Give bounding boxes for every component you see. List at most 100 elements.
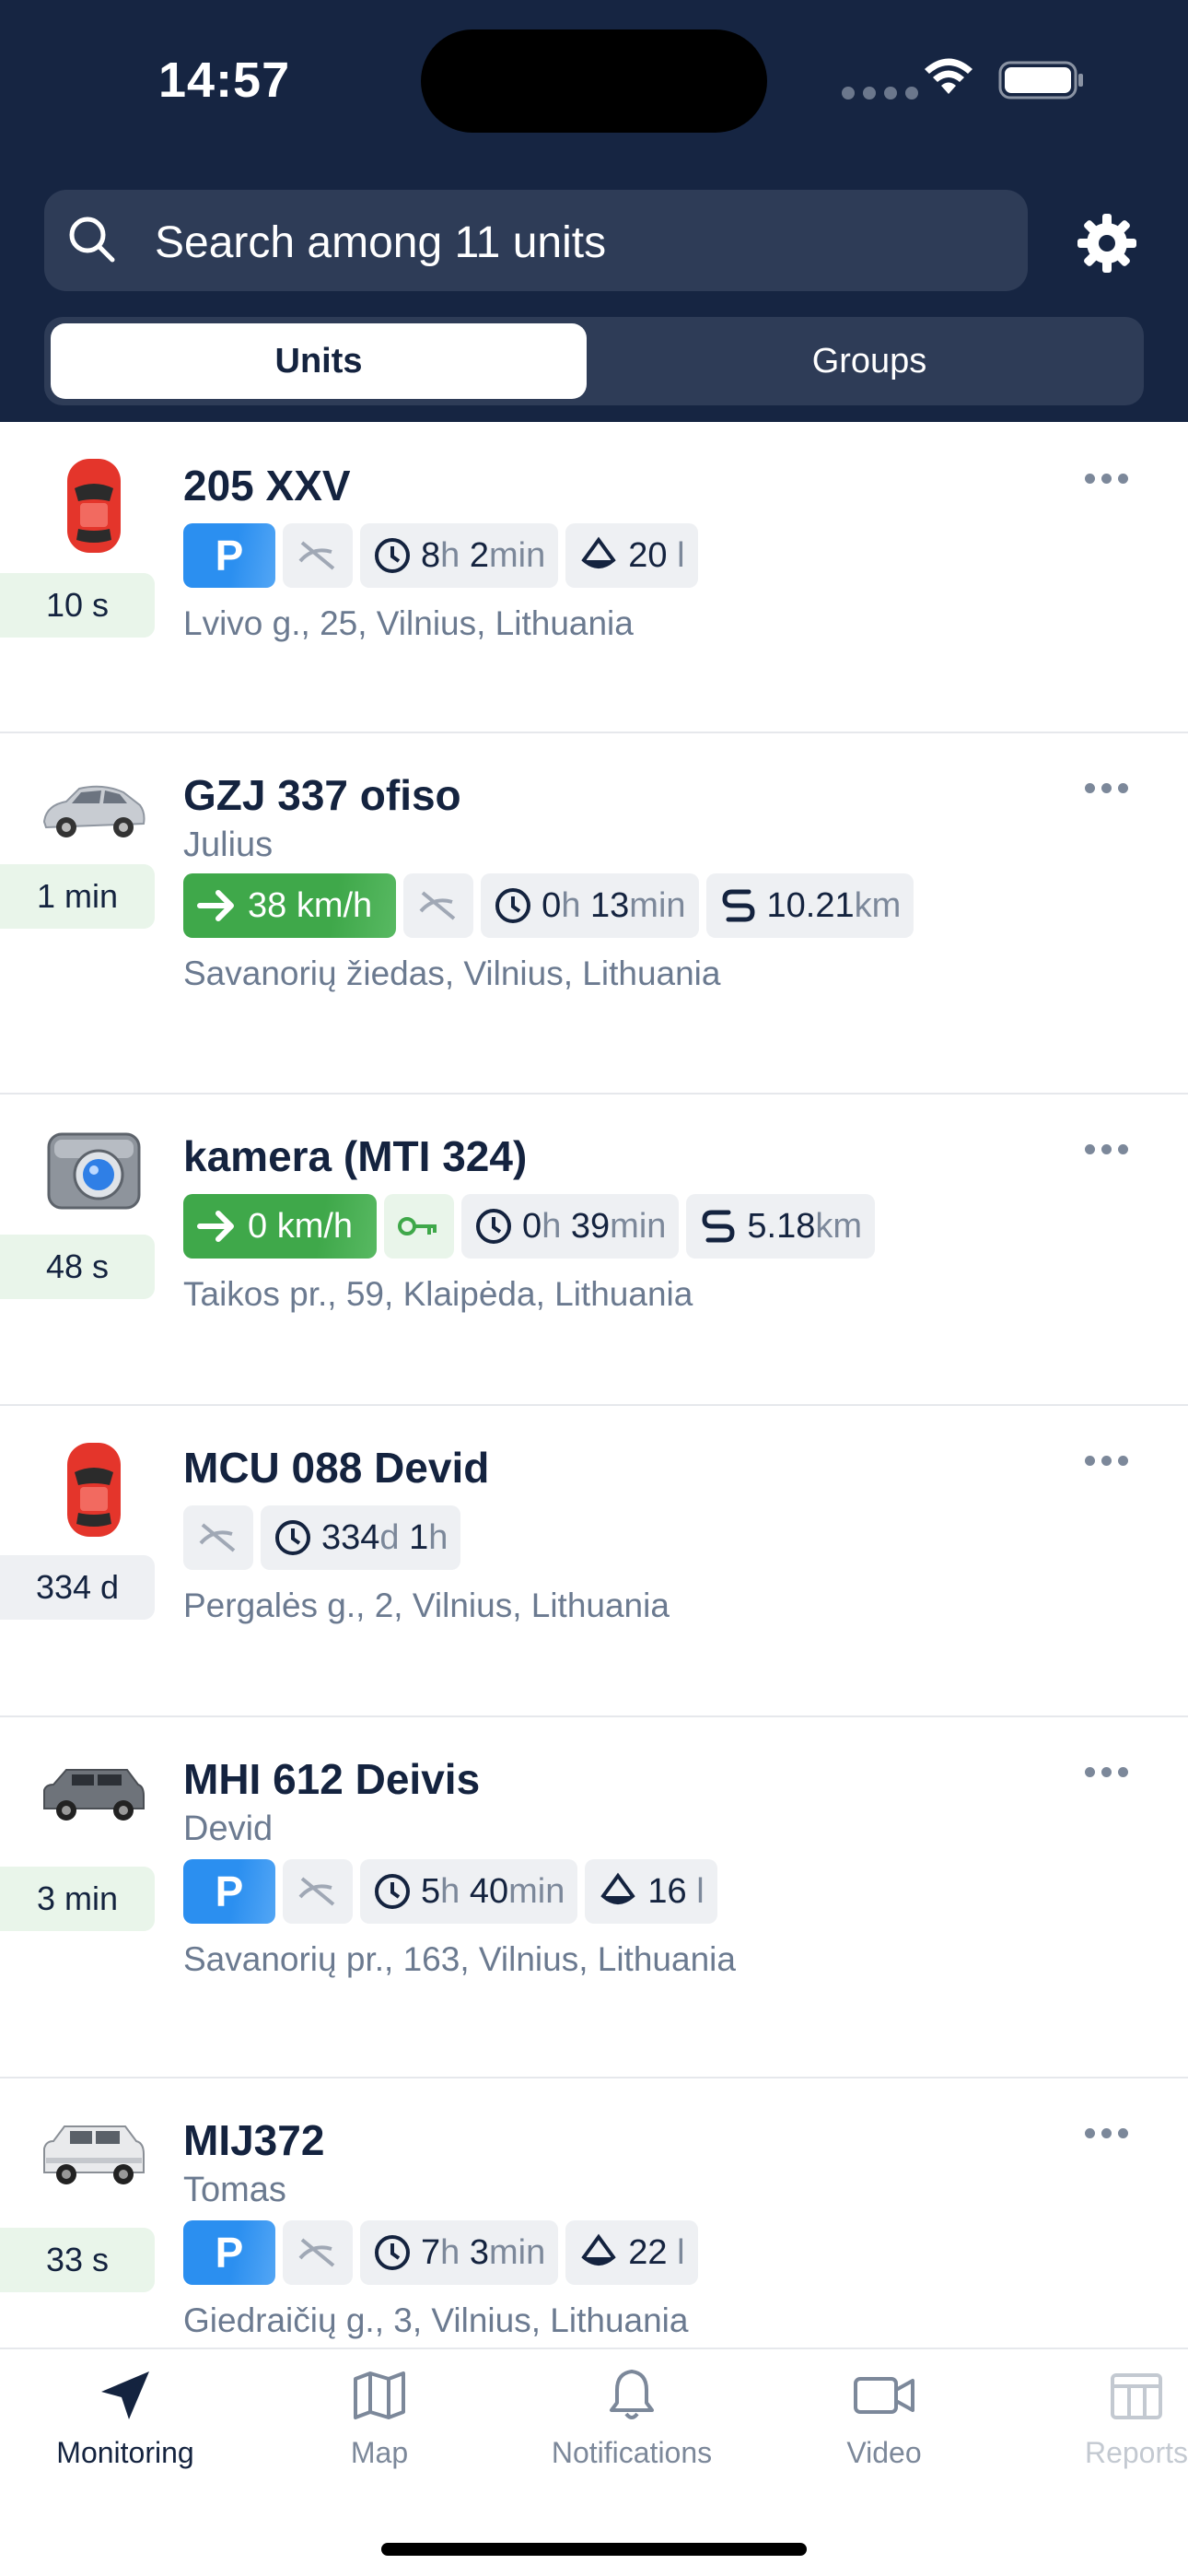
duration-hours: 8: [421, 535, 441, 575]
silver-car-icon: [39, 759, 149, 861]
reports-table-icon: [1111, 2373, 1162, 2419]
unit-row[interactable]: 48 s kamera (MTI 324) 0 km/h 0h 39min 5.…: [0, 1095, 1188, 1406]
hours-unit: h: [561, 885, 581, 925]
mileage-unit: km: [815, 1206, 863, 1246]
unit-driver: Devid: [183, 1809, 274, 1848]
duration-days: 334: [321, 1517, 380, 1557]
tab-map[interactable]: Map: [269, 2368, 490, 2470]
red-car-icon: [39, 455, 149, 556]
unit-row[interactable]: 10 s 205 XXV P 8h 2min 20 l Lvivo g., 25…: [0, 422, 1188, 733]
last-update-badge: 10 s: [0, 573, 155, 638]
header: 14:57 Search among 11 units Units Groups: [0, 0, 1188, 422]
unit-row[interactable]: 1 min GZJ 337 ofiso Julius 38 km/h 0h 13…: [0, 733, 1188, 1095]
duration-chip: 7h 3min: [360, 2220, 559, 2285]
search-placeholder: Search among 11 units: [155, 218, 607, 267]
duration-hours: 1: [409, 1517, 429, 1557]
fuel-unit: l: [696, 1871, 705, 1911]
fuel-value: 22: [628, 2232, 668, 2272]
search-field[interactable]: Search among 11 units: [44, 190, 1028, 291]
fuel-unit: l: [677, 535, 685, 575]
ignition-off-icon: [283, 1859, 353, 1924]
unit-name: MIJ372: [183, 2116, 325, 2164]
moving-arrow-icon: [197, 1211, 234, 1242]
unit-row[interactable]: 3 min MHI 612 Deivis Devid P 5h 40min 16…: [0, 1717, 1188, 2078]
fuel-value: 20: [628, 535, 668, 575]
mileage-value: 10.21: [766, 885, 855, 925]
duration-minutes: 40: [469, 1871, 509, 1911]
clock-icon: [476, 1209, 512, 1244]
unit-row[interactable]: 33 s MIJ372 Tomas P 7h 3min 22 l Giedrai…: [0, 2078, 1188, 2348]
duration-chip: 0h 13min: [481, 873, 699, 938]
unit-status-chips: P 5h 40min 16 l: [183, 1859, 717, 1924]
tab-video[interactable]: Video: [774, 2368, 995, 2470]
duration-minutes: 13: [590, 885, 630, 925]
parking-badge: P: [183, 1859, 275, 1924]
duration-hours: 0: [542, 885, 562, 925]
unit-name: kamera (MTI 324): [183, 1132, 528, 1180]
unit-status-chips: 38 km/h 0h 13min 10.21km: [183, 873, 914, 938]
unit-name: MHI 612 Deivis: [183, 1755, 481, 1803]
video-camera-icon: [854, 2377, 914, 2414]
moving-arrow-icon: [197, 890, 234, 921]
hours-unit: h: [440, 1871, 460, 1911]
white-suv-icon: [39, 2106, 149, 2207]
minutes-unit: min: [508, 1871, 565, 1911]
tab-monitoring[interactable]: Monitoring: [15, 2368, 236, 2470]
unit-address: Taikos pr., 59, Klaipėda, Lithuania: [183, 1275, 693, 1313]
dynamic-island: [421, 29, 767, 133]
unit-status-chips: 334d 1h: [183, 1505, 461, 1570]
ignition-off-icon: [283, 523, 353, 588]
duration-chip: 5h 40min: [360, 1859, 578, 1924]
hours-unit: h: [440, 535, 460, 575]
unit-status-chips: P 7h 3min 22 l: [183, 2220, 698, 2285]
more-options-icon[interactable]: [1085, 1767, 1128, 1777]
gear-icon[interactable]: [1074, 210, 1140, 276]
clock-icon: [495, 888, 531, 923]
minutes-unit: min: [629, 885, 686, 925]
tab-groups[interactable]: Groups: [601, 323, 1137, 399]
unit-driver: Tomas: [183, 2171, 286, 2209]
grey-suv-icon: [39, 1745, 149, 1846]
route-icon: [722, 889, 755, 922]
last-update-badge: 3 min: [0, 1867, 155, 1931]
fuel-value: 16: [647, 1871, 687, 1911]
speed-chip: 0 km/h: [183, 1194, 378, 1259]
tab-label: Notifications: [551, 2436, 713, 2469]
tab-units[interactable]: Units: [51, 323, 587, 399]
more-options-icon[interactable]: [1085, 1144, 1128, 1154]
hours-unit: h: [542, 1206, 562, 1246]
ignition-off-icon: [403, 873, 474, 938]
hours-unit: h: [440, 2232, 460, 2272]
more-options-icon[interactable]: [1085, 2128, 1128, 2138]
duration-hours: 5: [421, 1871, 441, 1911]
unit-address: Pergalės g., 2, Vilnius, Lithuania: [183, 1587, 670, 1624]
mileage-value: 5.18: [747, 1206, 816, 1246]
last-update-badge: 48 s: [0, 1235, 155, 1299]
last-update-badge: 33 s: [0, 2228, 155, 2292]
bell-icon: [610, 2370, 654, 2419]
battery-icon: [998, 61, 1083, 100]
fuel-level-icon: [581, 536, 616, 568]
map-icon: [354, 2371, 405, 2419]
mileage-unit: km: [854, 885, 902, 925]
minutes-unit: min: [488, 2232, 546, 2272]
fuel-unit: l: [677, 2232, 685, 2272]
units-list: 10 s 205 XXV P 8h 2min 20 l Lvivo g., 25…: [0, 422, 1188, 2348]
duration-chip: 334d 1h: [261, 1505, 461, 1570]
more-options-icon[interactable]: [1085, 783, 1128, 793]
parking-badge: P: [183, 523, 275, 588]
duration-hours: 0: [522, 1206, 542, 1246]
unit-row[interactable]: 334 d MCU 088 Devid 334d 1h Pergalės g.,…: [0, 1406, 1188, 1717]
minutes-unit: min: [610, 1206, 667, 1246]
unit-status-chips: 0 km/h 0h 39min 5.18km: [183, 1194, 876, 1259]
duration-chip: 0h 39min: [461, 1194, 680, 1259]
tab-reports[interactable]: Reports: [1026, 2368, 1188, 2470]
more-options-icon[interactable]: [1085, 1456, 1128, 1466]
more-options-icon[interactable]: [1085, 474, 1128, 484]
tab-notifications[interactable]: Notifications: [521, 2368, 742, 2470]
fuel-level-icon: [581, 2233, 616, 2266]
minutes-unit: min: [488, 535, 546, 575]
camera-icon: [39, 1118, 149, 1220]
mileage-chip: 5.18km: [686, 1194, 876, 1259]
red-car-icon: [39, 1439, 149, 1540]
